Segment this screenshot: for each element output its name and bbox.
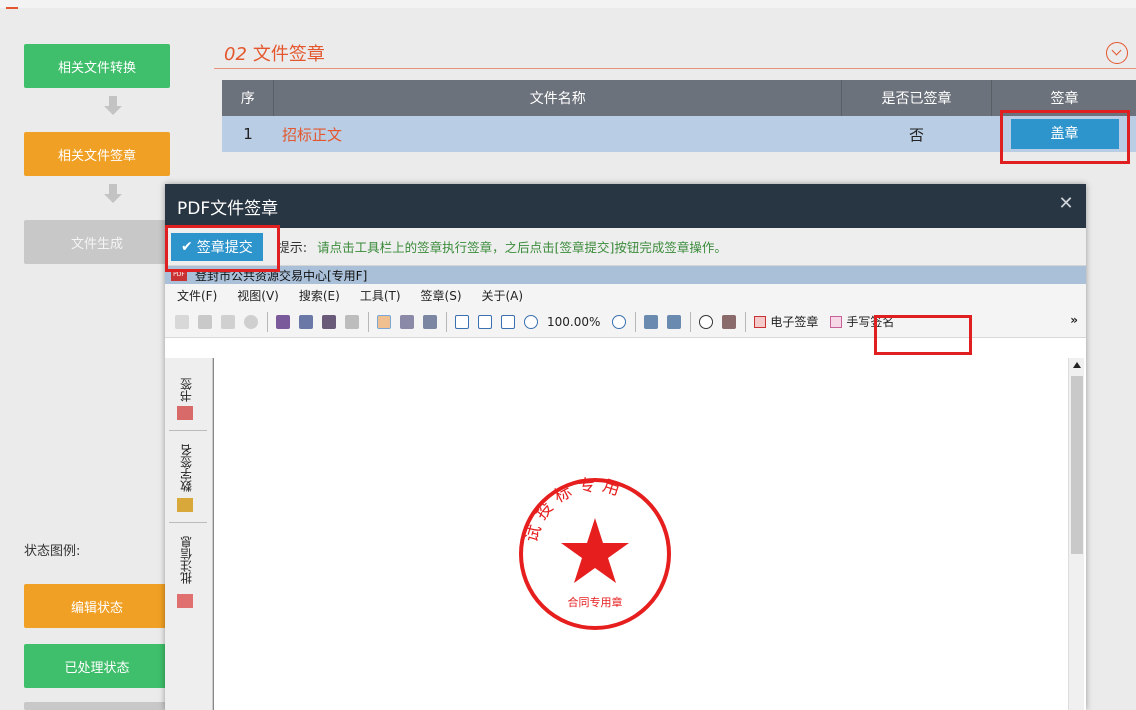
table-row: 1 招标正文 否 盖章 (222, 116, 1136, 152)
cancel-icon[interactable] (244, 314, 258, 329)
e-seal-button[interactable]: 电子签章 (754, 313, 818, 330)
menu-about[interactable]: 关于(A) (482, 287, 524, 304)
toolbar-divider (690, 311, 692, 332)
legend-editing-badge: 编辑状态 (24, 584, 170, 628)
fit-width-icon[interactable] (501, 314, 515, 329)
scroll-up-icon[interactable] (1073, 362, 1081, 368)
hint-text: 请点击工具栏上的签章执行签章，之后点击[签章提交]按钮完成签章操作。 (317, 240, 727, 255)
document-bar: PDF 登封市公共资源交易中心[专用F] (165, 266, 1086, 284)
toolbar-divider (368, 311, 369, 332)
toolbar-divider (267, 311, 268, 332)
toolbar-divider (745, 311, 747, 332)
scroll-thumb[interactable] (1071, 376, 1083, 554)
contract-seal-stamp: 试投标专用 合同专用章 (519, 475, 671, 630)
print-icon[interactable] (276, 314, 290, 329)
zoom-out-icon[interactable] (524, 314, 538, 329)
legend-pending-badge (24, 702, 170, 710)
flow-step-generate-button[interactable]: 文件生成 (24, 220, 170, 264)
row-seq: 1 (222, 116, 274, 152)
header-seq: 序 (222, 80, 275, 116)
highlight-box-submit (165, 225, 280, 272)
dialog-title: PDF文件签章 (177, 198, 279, 219)
row-file-name[interactable]: 招标正文 (273, 116, 842, 152)
side-tab-digital-sign[interactable]: 数字签名 (171, 438, 201, 498)
search-icon[interactable] (699, 314, 714, 329)
arrow-down-icon (104, 184, 122, 206)
comment-icon (177, 594, 193, 608)
arrow-down-icon (104, 96, 122, 118)
rotate-left-icon[interactable] (644, 314, 659, 329)
snapshot-icon[interactable] (423, 314, 437, 329)
toolbar-divider (446, 311, 447, 332)
copy-icon[interactable] (221, 314, 235, 329)
side-divider (169, 430, 207, 431)
section-title-text: 文件签章 (252, 44, 325, 65)
text-select-icon[interactable] (400, 314, 414, 329)
fit-page-icon[interactable] (455, 314, 469, 329)
vertical-scrollbar[interactable] (1068, 358, 1084, 710)
title-divider (214, 68, 1136, 69)
menu-search[interactable]: 搜索(E) (299, 287, 340, 304)
menu-file[interactable]: 文件(F) (177, 287, 217, 304)
top-mark (6, 7, 18, 9)
highlight-box-e-seal (874, 315, 972, 355)
tools-icon[interactable] (722, 314, 737, 329)
hint-label: 提示: (276, 241, 308, 256)
flow-step-convert-button[interactable]: 相关文件转换 (24, 44, 170, 88)
legend-label: 状态图例: (24, 544, 81, 559)
flow-step-sign-button[interactable]: 相关文件签章 (24, 132, 170, 176)
lock-icon[interactable] (345, 314, 359, 329)
header-name: 文件名称 (273, 80, 843, 116)
zoom-level[interactable]: 100.00% (547, 315, 600, 329)
side-panel-tabs: 书签 数字签名 批注信息 (165, 358, 213, 710)
pdf-sign-dialog: PDF文件签章 ✕ ✔ 签章提交 提示: 请点击工具栏上的签章执行签章，之后点击[… (165, 184, 1086, 710)
rotate-right-icon[interactable] (667, 314, 682, 329)
open-icon[interactable] (175, 314, 189, 329)
section-title: 02 文件签章 (224, 40, 325, 66)
pen-icon (830, 315, 843, 328)
file-table: 序 文件名称 是否已签章 签章 1 招标正文 否 盖章 (222, 80, 1136, 152)
bookmark-icon (177, 406, 193, 420)
seal-bottom-text: 合同专用章 (568, 595, 623, 609)
file-sign-panel: 02 文件签章 序 文件名称 是否已签章 签章 1 招标正文 否 盖章 (214, 30, 1136, 170)
seal-arc-text: 试投标专用 (522, 475, 628, 545)
menu-seal[interactable]: 签章(S) (421, 287, 462, 304)
menu-bar: 文件(F) 视图(V) 搜索(E) 工具(T) 签章(S) 关于(A) (165, 284, 1086, 306)
side-tab-annotation[interactable]: 批注信息 (171, 530, 201, 590)
highlight-box-stamp (1000, 110, 1130, 164)
lock-icon (177, 498, 193, 512)
submit-bar: ✔ 签章提交 提示: 请点击工具栏上的签章执行签章，之后点击[签章提交]按钮完成签… (165, 228, 1086, 266)
toolbar-divider (635, 311, 637, 332)
page-icon[interactable] (299, 314, 313, 329)
seal-icon (754, 315, 767, 328)
close-icon[interactable]: ✕ (1058, 195, 1074, 213)
section-number: 02 (224, 44, 247, 65)
table-header-row: 序 文件名称 是否已签章 签章 (222, 80, 1136, 116)
menu-tools[interactable]: 工具(T) (360, 287, 401, 304)
collapse-icon[interactable] (1106, 42, 1128, 64)
save-icon[interactable] (198, 314, 212, 329)
fit-height-icon[interactable] (478, 314, 492, 329)
menu-view[interactable]: 视图(V) (237, 287, 279, 304)
top-strip (0, 0, 1136, 9)
more-icon[interactable]: » (1070, 313, 1078, 327)
e-seal-label: 电子签章 (770, 315, 819, 329)
side-divider (169, 522, 207, 523)
side-tab-bookmark[interactable]: 书签 (171, 370, 201, 410)
seal-star-icon (561, 518, 629, 583)
row-signed-status: 否 (841, 116, 992, 152)
legend-processed-badge: 已处理状态 (24, 644, 170, 688)
find-icon[interactable] (322, 314, 336, 329)
dialog-title-bar: PDF文件签章 ✕ (165, 184, 1086, 228)
header-signed: 是否已签章 (841, 80, 992, 116)
hand-tool-icon[interactable] (377, 314, 391, 329)
zoom-in-icon[interactable] (612, 314, 627, 329)
